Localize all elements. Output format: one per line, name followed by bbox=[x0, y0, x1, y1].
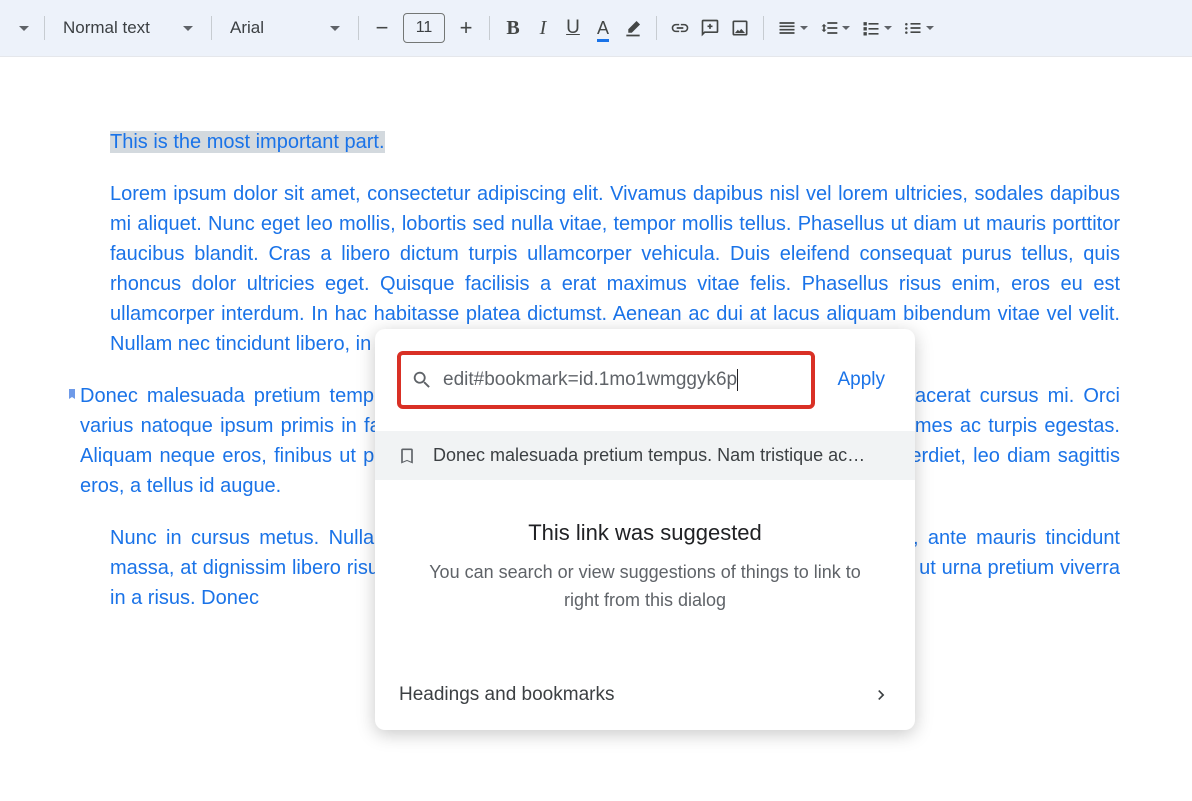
separator bbox=[44, 16, 45, 40]
insert-link-dialog: edit#bookmark=id.1mo1wmggyk6p Apply Done… bbox=[375, 329, 915, 730]
chevron-right-icon bbox=[871, 685, 891, 705]
paragraph-style-label: Normal text bbox=[63, 18, 150, 38]
hint-body: You can search or view suggestions of th… bbox=[415, 558, 875, 614]
apply-button[interactable]: Apply bbox=[829, 363, 893, 397]
link-icon bbox=[670, 18, 690, 38]
separator bbox=[358, 16, 359, 40]
chevron-down-icon bbox=[800, 26, 808, 30]
suggestion-text: Donec malesuada pretium tempus. Nam tris… bbox=[433, 445, 865, 466]
image-icon bbox=[730, 18, 750, 38]
underline-button[interactable]: U bbox=[558, 13, 588, 43]
chevron-down-icon bbox=[330, 26, 340, 31]
comment-plus-icon bbox=[700, 18, 720, 38]
bold-button[interactable]: B bbox=[498, 13, 528, 43]
bulleted-list-icon bbox=[903, 18, 923, 38]
link-suggestion-item[interactable]: Donec malesuada pretium tempus. Nam tris… bbox=[375, 431, 915, 480]
highlighter-icon bbox=[623, 18, 643, 38]
align-button[interactable] bbox=[772, 13, 802, 43]
font-family-dropdown[interactable]: Arial bbox=[220, 13, 350, 43]
font-size-input[interactable]: 11 bbox=[403, 13, 445, 43]
checklist-icon bbox=[861, 18, 881, 38]
bookmark-icon bbox=[66, 385, 78, 403]
more-left-button[interactable] bbox=[6, 13, 36, 43]
document-canvas[interactable]: This is the most important part. Lorem i… bbox=[0, 57, 1192, 800]
insert-image-button[interactable] bbox=[725, 13, 755, 43]
insert-link-button[interactable] bbox=[665, 13, 695, 43]
text-color-button[interactable]: A bbox=[588, 13, 618, 43]
decrease-font-size-button[interactable]: − bbox=[367, 13, 397, 43]
bookmark-outline-icon bbox=[397, 446, 417, 466]
line-spacing-button[interactable] bbox=[814, 13, 844, 43]
checklist-button[interactable] bbox=[856, 13, 886, 43]
highlight-color-button[interactable] bbox=[618, 13, 648, 43]
link-search-field-highlight: edit#bookmark=id.1mo1wmggyk6p bbox=[397, 351, 815, 409]
font-family-label: Arial bbox=[230, 18, 264, 38]
separator bbox=[656, 16, 657, 40]
headings-bookmarks-label: Headings and bookmarks bbox=[399, 684, 614, 706]
toolbar: Normal text Arial − 11 + B I U A bbox=[0, 0, 1192, 57]
italic-button[interactable]: I bbox=[528, 13, 558, 43]
separator bbox=[211, 16, 212, 40]
selected-text: This is the most important part. bbox=[110, 131, 385, 153]
line-spacing-icon bbox=[819, 18, 839, 38]
headings-bookmarks-button[interactable]: Headings and bookmarks bbox=[375, 664, 915, 730]
chevron-down-icon bbox=[183, 26, 193, 31]
hint-title: This link was suggested bbox=[415, 520, 875, 546]
link-hint-panel: This link was suggested You can search o… bbox=[375, 480, 915, 664]
chevron-down-icon bbox=[926, 26, 934, 30]
separator bbox=[763, 16, 764, 40]
separator bbox=[489, 16, 490, 40]
paragraph-style-dropdown[interactable]: Normal text bbox=[53, 13, 203, 43]
search-icon bbox=[411, 369, 433, 391]
chevron-down-icon bbox=[884, 26, 892, 30]
add-comment-button[interactable] bbox=[695, 13, 725, 43]
bulleted-list-button[interactable] bbox=[898, 13, 928, 43]
link-url-input[interactable]: edit#bookmark=id.1mo1wmggyk6p bbox=[443, 369, 801, 391]
selected-text-line[interactable]: This is the most important part. bbox=[110, 127, 1120, 157]
increase-font-size-button[interactable]: + bbox=[451, 13, 481, 43]
chevron-down-icon bbox=[842, 26, 850, 30]
font-size-value: 11 bbox=[416, 19, 433, 37]
align-icon bbox=[777, 18, 797, 38]
